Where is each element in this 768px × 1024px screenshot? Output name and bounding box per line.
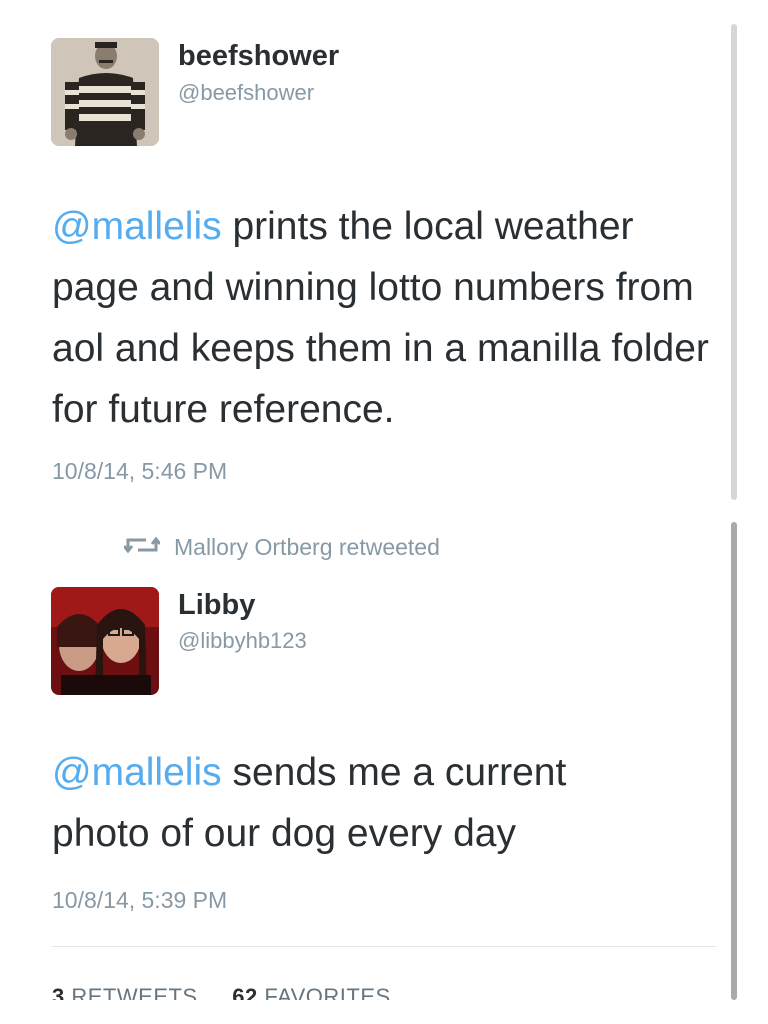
tweet-stats: 3 RETWEETS 62 FAVORITES	[52, 984, 419, 1000]
retweet-count: 3	[52, 984, 65, 1000]
display-name[interactable]: beefshower	[178, 40, 339, 73]
scrollbar-top[interactable]	[731, 24, 737, 500]
favorite-label: FAVORITES	[264, 984, 391, 1000]
tweet-text: @mallelis sends me a current photo of ou…	[52, 742, 652, 864]
favorite-count: 62	[232, 984, 258, 1000]
avatar-beefshower[interactable]	[51, 38, 159, 146]
retweet-label: RETWEETS	[71, 984, 198, 1000]
retweet-notice-text: Mallory Ortberg retweeted	[174, 533, 440, 560]
scrollbar-bottom[interactable]	[731, 522, 737, 1000]
tweet-text: @mallelis prints the local weather page …	[52, 196, 712, 440]
tweet-timestamp[interactable]: 10/8/14, 5:46 PM	[52, 458, 227, 485]
divider	[52, 946, 716, 947]
retweet-icon	[122, 534, 162, 561]
favorite-count-link[interactable]: 62 FAVORITES	[232, 984, 404, 1000]
mention-link[interactable]: @mallelis	[52, 205, 222, 248]
avatar-libby[interactable]	[51, 587, 159, 695]
display-name[interactable]: Libby	[178, 589, 255, 622]
mention-link[interactable]: @mallelis	[52, 751, 222, 794]
tweet-timestamp[interactable]: 10/8/14, 5:39 PM	[52, 887, 227, 914]
retweet-count-link[interactable]: 3 RETWEETS	[52, 984, 212, 1000]
user-handle[interactable]: @beefshower	[178, 80, 314, 106]
retweet-notice[interactable]: Mallory Ortberg retweeted	[122, 532, 440, 562]
user-handle[interactable]: @libbyhb123	[178, 628, 307, 654]
